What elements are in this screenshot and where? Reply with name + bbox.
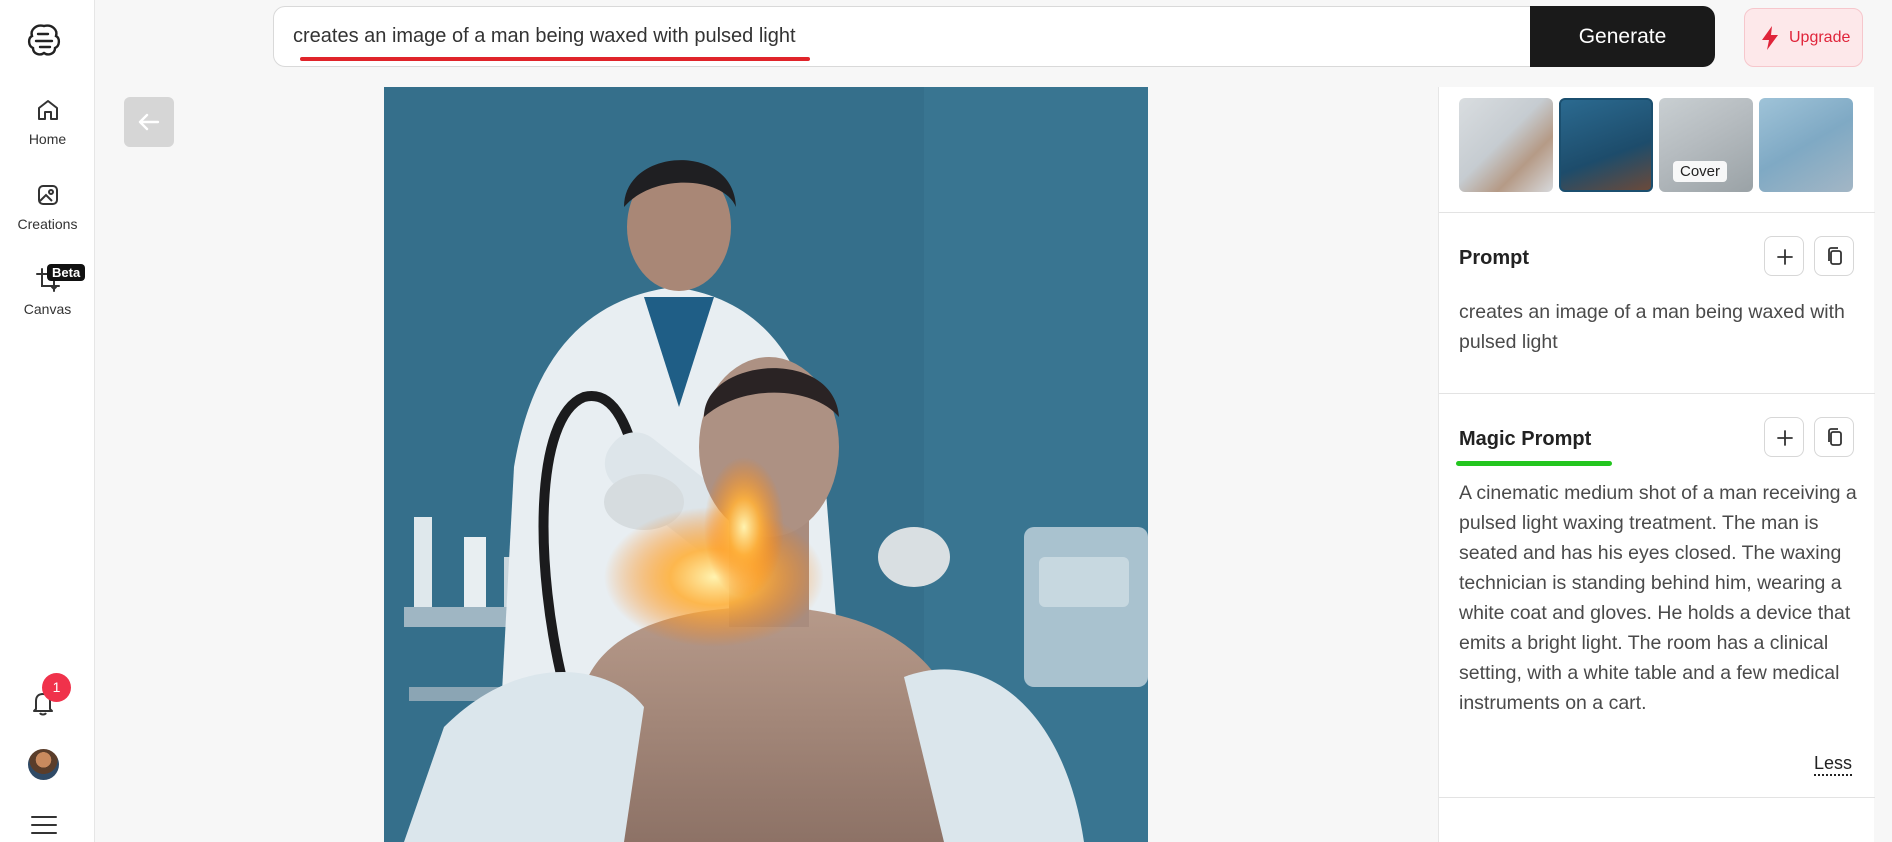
magic-prompt-title: Magic Prompt	[1459, 428, 1592, 450]
upgrade-label: Upgrade	[1789, 29, 1851, 46]
sidebar-item-label: Home	[28, 131, 67, 147]
beta-badge: Beta	[47, 264, 86, 281]
prompt-title: Prompt	[1459, 247, 1529, 269]
less-link[interactable]: Less	[1814, 753, 1853, 776]
left-sidebar: Home Creations Beta Canvas 1	[0, 0, 95, 842]
cover-label[interactable]: Cover	[1673, 161, 1728, 182]
details-panel: Cover Prompt creates an image of a man b…	[1438, 87, 1875, 842]
generated-image[interactable]	[384, 87, 1148, 842]
divider	[1439, 212, 1875, 213]
back-button[interactable]	[124, 97, 174, 147]
copy-icon	[1828, 428, 1842, 446]
divider	[1439, 797, 1875, 798]
magic-prompt-text: A cinematic medium shot of a man receivi…	[1459, 482, 1857, 714]
thumbnail-3[interactable]: Cover	[1659, 98, 1753, 192]
add-magic-prompt-button[interactable]	[1764, 417, 1804, 457]
sidebar-item-home[interactable]: Home	[0, 97, 95, 147]
arrow-left-icon	[138, 113, 160, 131]
thumbnail-4[interactable]	[1759, 98, 1853, 192]
upgrade-button[interactable]: Upgrade	[1744, 8, 1863, 67]
plus-icon	[1777, 249, 1793, 265]
notification-badge: 1	[42, 673, 71, 702]
thumbnail-2-selected[interactable]	[1559, 98, 1653, 192]
generate-button[interactable]: Generate	[1530, 6, 1715, 67]
home-icon	[37, 100, 58, 120]
sidebar-item-label: Creations	[17, 216, 78, 232]
copy-icon	[1828, 247, 1842, 265]
image-icon	[37, 185, 58, 205]
copy-magic-prompt-button[interactable]	[1814, 417, 1854, 457]
copy-prompt-button[interactable]	[1814, 236, 1854, 276]
add-prompt-button[interactable]	[1764, 236, 1804, 276]
prompt-bar: Generate	[273, 6, 1715, 67]
prompt-text: creates an image of a man being waxed wi…	[1459, 301, 1845, 353]
spellcheck-underline	[300, 57, 810, 61]
lightning-icon	[1762, 26, 1778, 50]
sidebar-item-label: Canvas	[23, 301, 72, 317]
avatar[interactable]	[28, 749, 59, 780]
divider	[1439, 393, 1875, 394]
plus-icon	[1777, 430, 1793, 446]
sidebar-item-canvas[interactable]: Beta Canvas	[0, 264, 95, 317]
thumbnail-1[interactable]	[1459, 98, 1553, 192]
brain-logo-icon[interactable]	[24, 20, 64, 60]
hamburger-menu-icon[interactable]	[30, 814, 58, 836]
sidebar-item-creations[interactable]: Creations	[0, 182, 95, 232]
magic-prompt-underline	[1456, 461, 1612, 466]
